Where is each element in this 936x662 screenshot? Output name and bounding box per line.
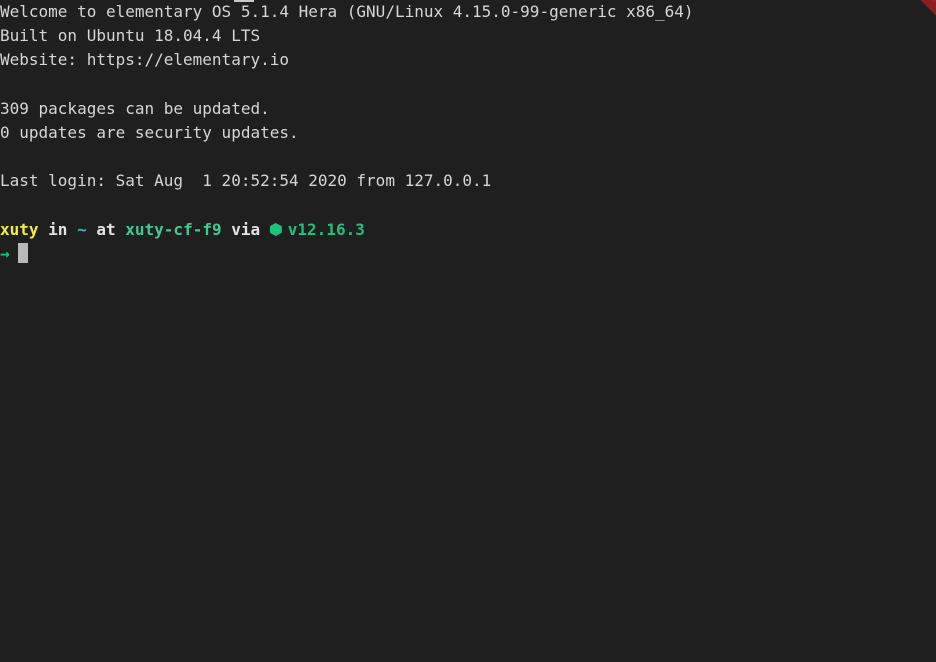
prompt-at: at — [96, 220, 116, 239]
prompt-line: xuty in ~ at xuty-cf-f9 via v12.16.3 — [0, 218, 365, 242]
motd-welcome: Welcome to elementary OS 5.1.4 Hera (GNU… — [0, 2, 694, 21]
prompt-directory: ~ — [77, 220, 87, 239]
input-line[interactable]: → — [0, 242, 28, 266]
motd-built-on: Built on Ubuntu 18.04.4 LTS — [0, 26, 261, 45]
prompt-host: xuty-cf-f9 — [125, 220, 222, 239]
prompt-arrow: → — [0, 244, 10, 263]
terminal-window[interactable]: G Welcome to elementary OS 5.1.4 Hera (G… — [0, 0, 936, 662]
prompt-user: xuty — [0, 220, 39, 239]
prompt-in: in — [48, 220, 68, 239]
motd-packages: 309 packages can be updated. — [0, 99, 270, 118]
motd-website: Website: https://elementary.io — [0, 50, 289, 69]
motd-security: 0 updates are security updates. — [0, 123, 299, 142]
text-cursor[interactable] — [17, 243, 28, 263]
corner-badge: G — [906, 0, 936, 29]
corner-badge-label: G — [926, 0, 936, 3]
prompt-via: via — [231, 220, 261, 239]
nodejs-hexagon-icon — [269, 223, 282, 236]
last-login: Last login: Sat Aug 1 20:52:54 2020 from… — [0, 171, 492, 190]
prompt-node-version: v12.16.3 — [287, 220, 365, 239]
